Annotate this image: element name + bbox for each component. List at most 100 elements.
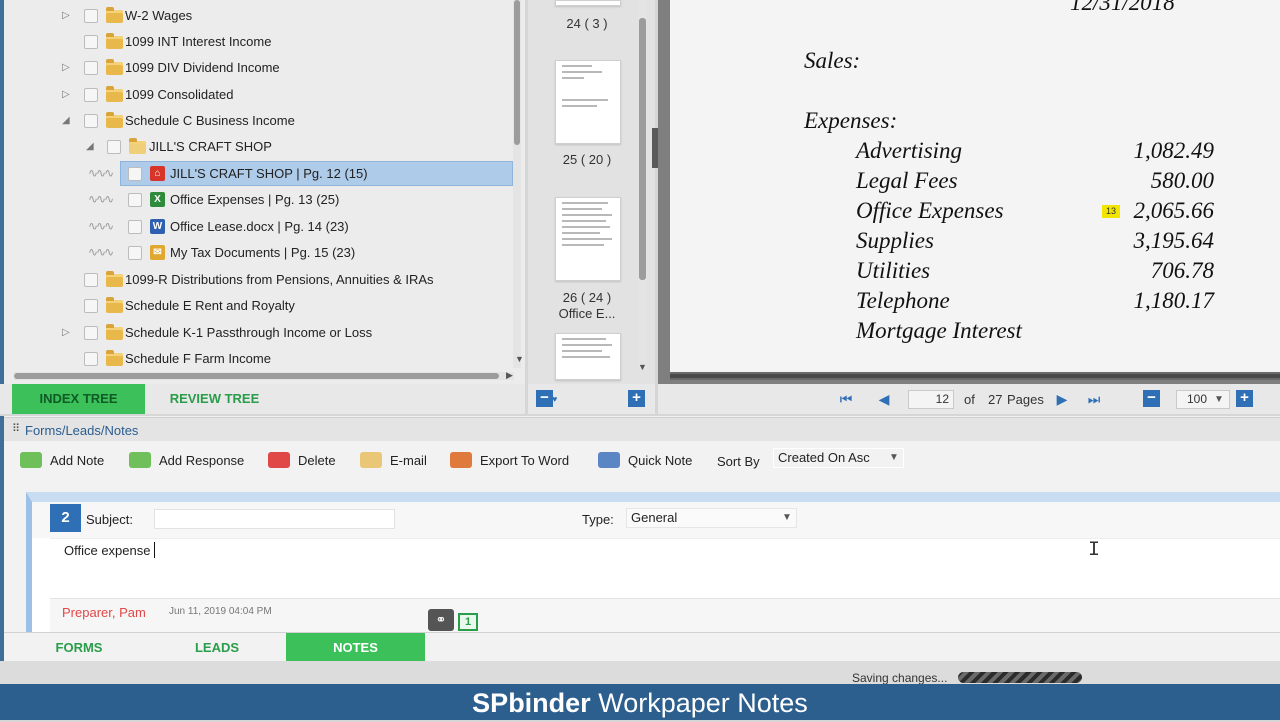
tree-item-jills-craft-shop-folder[interactable]: ◢ JILL'S CRAFT SHOP — [4, 134, 519, 160]
tree-item-office-expenses[interactable]: ∿∿∿ X Office Expenses | Pg. 13 (25) — [4, 187, 519, 213]
tree-item-w2[interactable]: ▷ W-2 Wages — [4, 3, 519, 29]
page-thumbnail[interactable] — [555, 197, 621, 281]
zoom-in-icon[interactable]: + — [1236, 390, 1253, 407]
sort-by-select[interactable]: Created On Asc ▼ — [773, 448, 904, 468]
checkbox[interactable] — [128, 246, 142, 260]
checkbox[interactable] — [84, 88, 98, 102]
tree-item-1099-int[interactable]: 1099 INT Interest Income — [4, 29, 519, 55]
last-page-icon[interactable]: ⏭ — [1086, 391, 1102, 407]
next-page-icon[interactable]: ▶ — [1054, 391, 1070, 407]
tab-forms[interactable]: FORMS — [14, 633, 144, 662]
excel-icon: X — [150, 192, 165, 207]
delete-icon — [268, 452, 290, 468]
viewer-horizontal-scrollbar[interactable] — [670, 372, 1280, 380]
zoom-out-icon[interactable]: − — [1143, 390, 1160, 407]
tree-item-jills-craft-shop-pdf[interactable]: ∿∿∿ ⌂ JILL'S CRAFT SHOP | Pg. 12 (15) — [4, 161, 519, 187]
add-response-button[interactable]: Add Response — [129, 450, 244, 470]
chevron-down-icon[interactable]: ▼ — [885, 449, 903, 467]
quick-note-button[interactable]: Quick Note — [598, 450, 692, 470]
folder-icon — [106, 324, 123, 340]
tab-notes[interactable]: NOTES — [286, 633, 425, 662]
attachment-count-badge[interactable]: 1 — [458, 613, 478, 631]
tab-review-tree[interactable]: REVIEW TREE — [148, 384, 281, 414]
checkbox[interactable] — [107, 140, 121, 154]
zoom-in-thumbs-icon[interactable]: + — [628, 390, 645, 407]
tree-item-1099-consolidated[interactable]: ▷ 1099 Consolidated — [4, 82, 519, 108]
checkbox[interactable] — [128, 220, 142, 234]
tree-item-office-lease[interactable]: ∿∿∿ W Office Lease.docx | Pg. 14 (23) — [4, 214, 519, 240]
expand-icon[interactable]: ▷ — [62, 327, 74, 339]
tree-horizontal-scrollbar[interactable] — [14, 372, 514, 380]
note-body-text: Office expense — [64, 543, 151, 558]
connector-icon: ∿∿∿ — [88, 245, 114, 259]
panel-title: Forms/Leads/Notes — [25, 423, 139, 438]
scroll-down-icon[interactable]: ▼ — [638, 362, 647, 372]
export-to-word-button[interactable]: Export To Word — [450, 450, 569, 470]
tree-item-1099-r[interactable]: 1099-R Distributions from Pensions, Annu… — [4, 267, 519, 293]
tree-item-label: 1099 DIV Dividend Income — [125, 60, 280, 75]
email-button[interactable]: E-mail — [360, 450, 427, 470]
connector-icon: ∿∿∿ — [88, 219, 114, 233]
delete-button[interactable]: Delete — [268, 450, 336, 470]
tree-item-schedule-e[interactable]: Schedule E Rent and Royalty — [4, 293, 519, 319]
connector-icon: ∿∿∿ — [88, 166, 114, 180]
checkbox[interactable] — [84, 299, 98, 313]
checkbox[interactable] — [84, 114, 98, 128]
tab-index-tree[interactable]: INDEX TREE — [12, 384, 145, 414]
checkbox[interactable] — [84, 9, 98, 23]
expand-icon[interactable]: ▷ — [62, 10, 74, 22]
text-cursor — [154, 542, 155, 558]
type-select[interactable]: General ▼ — [626, 508, 797, 528]
checkbox[interactable] — [128, 193, 142, 207]
button-label: Add Note — [50, 452, 105, 468]
subject-input[interactable] — [154, 509, 395, 529]
expense-label: Legal Fees — [856, 168, 958, 193]
collapse-icon[interactable]: ◢ — [62, 115, 74, 127]
checkbox[interactable] — [84, 352, 98, 366]
scroll-thumb[interactable] — [639, 18, 646, 280]
tree-item-1099-div[interactable]: ▷ 1099 DIV Dividend Income — [4, 55, 519, 81]
checkbox[interactable] — [84, 273, 98, 287]
page-thumbnail[interactable] — [555, 0, 621, 6]
checkbox[interactable] — [128, 167, 142, 181]
collapse-icon[interactable]: ◢ — [86, 141, 98, 153]
splitter-handle[interactable] — [652, 128, 658, 168]
current-page-input[interactable]: 12 — [908, 390, 954, 409]
tree-vertical-scrollbar[interactable] — [513, 0, 521, 368]
saving-status-text: Saving changes... — [852, 671, 948, 685]
tree-item-label: Office Expenses | Pg. 13 (25) — [170, 192, 340, 207]
tab-leads[interactable]: LEADS — [152, 633, 282, 662]
title-banner: SPbinder Workpaper Notes — [0, 684, 1280, 720]
tree-item-schedule-c[interactable]: ◢ Schedule C Business Income — [4, 108, 519, 134]
add-note-button[interactable]: Add Note — [20, 450, 104, 470]
chevron-down-icon[interactable]: ▼ — [1214, 394, 1224, 405]
tree-item-label: JILL'S CRAFT SHOP — [149, 139, 272, 154]
folder-icon — [106, 112, 123, 128]
scroll-down-icon[interactable]: ▼ — [515, 354, 524, 364]
page-thumbnails-panel: 24 ( 3 ) 25 ( 20 ) 26 ( 24 ) Office E...… — [528, 0, 655, 385]
expand-icon[interactable]: ▷ — [62, 89, 74, 101]
dropdown-icon[interactable]: ♥ — [552, 394, 557, 404]
link-icon[interactable]: ⚭ — [428, 609, 454, 631]
checkbox[interactable] — [84, 61, 98, 75]
previous-page-icon[interactable]: ◀ — [876, 391, 892, 407]
zoom-out-thumbs-icon[interactable]: − — [536, 390, 553, 407]
thumbs-vertical-scrollbar[interactable] — [638, 0, 647, 368]
checkbox[interactable] — [84, 35, 98, 49]
scroll-thumb[interactable] — [14, 373, 499, 379]
saving-progress-bar — [958, 672, 1082, 683]
page-thumbnail[interactable] — [555, 60, 621, 144]
tree-item-schedule-k1[interactable]: ▷ Schedule K-1 Passthrough Income or Los… — [4, 320, 519, 346]
drag-handle-icon[interactable]: ⠿ — [12, 422, 20, 435]
folder-open-icon — [129, 138, 146, 154]
checkbox[interactable] — [84, 326, 98, 340]
first-page-icon[interactable]: ⏮ — [838, 391, 854, 407]
scroll-right-icon[interactable]: ▶ — [506, 370, 513, 381]
note-author: Preparer, Pam — [62, 605, 146, 620]
page-thumbnail[interactable] — [555, 333, 621, 380]
tree-item-my-tax-documents[interactable]: ∿∿∿ ✉ My Tax Documents | Pg. 15 (23) — [4, 240, 519, 266]
chevron-down-icon[interactable]: ▼ — [778, 509, 796, 527]
scroll-thumb[interactable] — [514, 0, 520, 145]
expand-icon[interactable]: ▷ — [62, 62, 74, 74]
tree-item-schedule-f[interactable]: Schedule F Farm Income — [4, 346, 519, 372]
